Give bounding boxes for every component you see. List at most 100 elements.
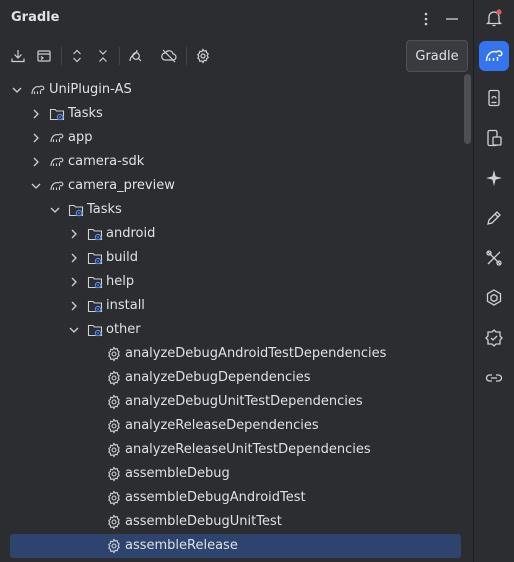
edit-pencil-icon[interactable] xyxy=(479,203,509,233)
panel-title: Gradle xyxy=(11,10,60,25)
chevron-down-icon[interactable] xyxy=(67,323,81,337)
expand-all-icon[interactable] xyxy=(67,46,87,66)
tree-node-label: analyzeDebugDependencies xyxy=(125,370,311,385)
task-gear-icon xyxy=(106,394,122,410)
chevron-right-icon[interactable] xyxy=(29,107,43,121)
tree-node-label: assembleRelease xyxy=(125,538,238,553)
tree-node[interactable]: analyzeReleaseDependencies xyxy=(0,414,472,438)
tree-node-label: camera-sdk xyxy=(68,154,145,169)
tree-node-label: assembleDebugAndroidTest xyxy=(125,490,306,505)
download-sources-icon[interactable] xyxy=(8,46,28,66)
notifications-bell-icon[interactable] xyxy=(479,3,509,33)
tree-node-label: install xyxy=(106,298,145,313)
chevron-down-icon[interactable] xyxy=(48,203,62,217)
build-tools-icon[interactable] xyxy=(479,243,509,273)
tasks-folder-icon xyxy=(49,106,65,122)
tree-node-label: assembleDebug xyxy=(125,466,230,481)
task-gear-icon xyxy=(106,418,122,434)
tree-node-label: help xyxy=(106,274,135,289)
tree-node[interactable]: help xyxy=(0,270,472,294)
tree-node[interactable]: Tasks xyxy=(0,102,472,126)
tree-node[interactable]: install xyxy=(0,294,472,318)
scrollbar-thumb[interactable] xyxy=(464,74,471,144)
module-icon xyxy=(49,154,65,170)
tree-node[interactable]: analyzeDebugDependencies xyxy=(0,366,472,390)
tree-node[interactable]: analyzeDebugAndroidTestDependencies xyxy=(0,342,472,366)
run-task-icon[interactable] xyxy=(34,46,54,66)
tree-node[interactable]: assembleDebugUnitTest xyxy=(0,510,472,534)
ai-assistant-sparkle-icon[interactable] xyxy=(479,163,509,193)
tree-node[interactable]: assembleDebug xyxy=(0,462,472,486)
vertical-scrollbar[interactable] xyxy=(464,74,472,562)
task-gear-icon xyxy=(106,442,122,458)
chevron-down-icon[interactable] xyxy=(29,179,43,193)
minimize-icon[interactable] xyxy=(442,9,462,29)
chevron-right-icon[interactable] xyxy=(67,251,81,265)
task-gear-icon xyxy=(106,514,122,530)
device-manager-icon[interactable] xyxy=(479,83,509,113)
tasks-folder-icon xyxy=(87,298,103,314)
tree-node[interactable]: other xyxy=(0,318,472,342)
tasks-folder-icon xyxy=(87,274,103,290)
task-gear-icon xyxy=(106,370,122,386)
toolbar-separator xyxy=(186,47,187,65)
inspection-icon[interactable] xyxy=(479,323,509,353)
chevron-right-icon[interactable] xyxy=(67,299,81,313)
tree-node[interactable]: analyzeDebugUnitTestDependencies xyxy=(0,390,472,414)
chevron-right-icon[interactable] xyxy=(29,131,43,145)
tree-node-label: Tasks xyxy=(87,202,122,217)
module-icon xyxy=(49,178,65,194)
chevron-right-icon[interactable] xyxy=(29,155,43,169)
tree-node-label: assembleDebugUnitTest xyxy=(125,514,282,529)
offline-mode-icon[interactable] xyxy=(159,46,179,66)
tree-node-label: UniPlugin-AS xyxy=(49,82,132,97)
gradle-toolbar xyxy=(0,38,472,74)
tree-node[interactable]: app xyxy=(0,126,472,150)
tree-node[interactable]: build xyxy=(0,246,472,270)
tree-node-label: analyzeDebugUnitTestDependencies xyxy=(125,394,363,409)
gradle-tooltip: Gradle xyxy=(406,40,468,72)
tree-node[interactable]: android xyxy=(0,222,472,246)
tree-node-label: app xyxy=(68,130,93,145)
gradle-elephant-icon[interactable] xyxy=(479,41,509,71)
collapse-all-icon[interactable] xyxy=(93,46,113,66)
chevron-down-icon[interactable] xyxy=(10,83,24,97)
tree-node-label: android xyxy=(106,226,156,241)
tree-node-label: camera_preview xyxy=(68,178,175,193)
link-icon[interactable] xyxy=(479,363,509,393)
tasks-folder-icon xyxy=(87,250,103,266)
more-options-icon[interactable] xyxy=(416,9,436,29)
right-tool-stripe xyxy=(473,0,514,562)
plugin-icon[interactable] xyxy=(479,283,509,313)
analyze-dependencies-icon[interactable] xyxy=(125,46,145,66)
task-gear-icon xyxy=(106,490,122,506)
chevron-right-icon[interactable] xyxy=(67,275,81,289)
tree-node-label: other xyxy=(106,322,141,337)
module-icon xyxy=(49,130,65,146)
tree-node-label: analyzeDebugAndroidTestDependencies xyxy=(125,346,387,361)
tree-node[interactable]: camera_preview xyxy=(0,174,472,198)
tree-node[interactable]: UniPlugin-AS xyxy=(0,78,472,102)
task-gear-icon xyxy=(106,466,122,482)
tool-window-header: Gradle xyxy=(0,0,472,38)
tree-node[interactable]: analyzeReleaseUnitTestDependencies xyxy=(0,438,472,462)
tree-node[interactable]: Tasks xyxy=(0,198,472,222)
tree-node-label: build xyxy=(106,250,138,265)
task-gear-icon xyxy=(106,346,122,362)
tree-node-label: analyzeReleaseUnitTestDependencies xyxy=(125,442,371,457)
tree-node[interactable]: assembleDebugAndroidTest xyxy=(0,486,472,510)
module-icon xyxy=(30,82,46,98)
toolbar-separator xyxy=(61,47,62,65)
tasks-folder-icon xyxy=(87,322,103,338)
tree-node-label: Tasks xyxy=(68,106,103,121)
toolbar-separator xyxy=(119,47,120,65)
tree-node[interactable]: camera-sdk xyxy=(0,150,472,174)
gradle-settings-icon[interactable] xyxy=(193,46,213,66)
running-devices-icon[interactable] xyxy=(479,123,509,153)
gradle-tool-window: Gradle UniPlugin-AS Tasks app camera-sdk… xyxy=(0,0,472,562)
tree-node-label: analyzeReleaseDependencies xyxy=(125,418,319,433)
tasks-folder-icon xyxy=(68,202,84,218)
chevron-right-icon[interactable] xyxy=(67,227,81,241)
tasks-folder-icon xyxy=(87,226,103,242)
tree-node[interactable]: assembleRelease xyxy=(0,534,472,558)
